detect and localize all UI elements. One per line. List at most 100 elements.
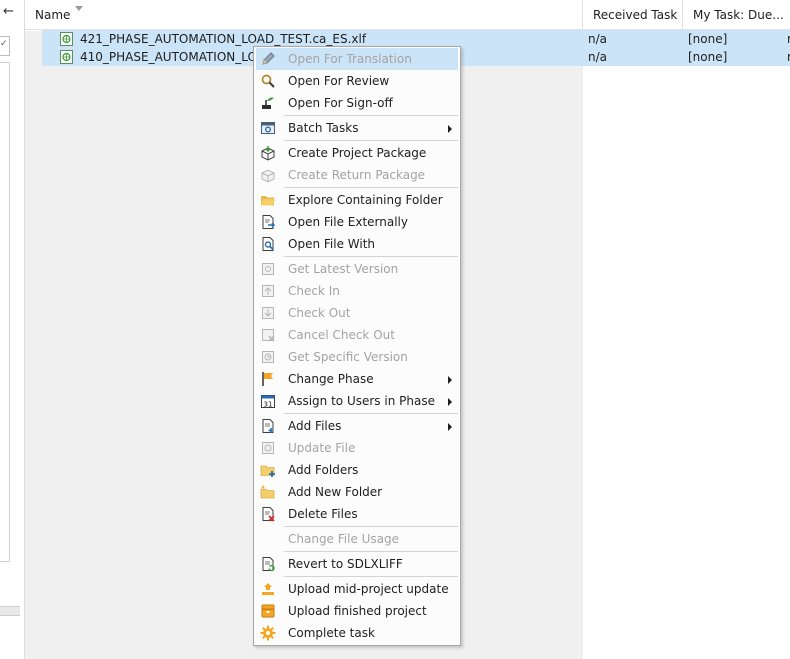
calendar-icon: 31 xyxy=(261,395,275,408)
menu-item-change-phase[interactable]: Change Phase xyxy=(256,368,458,390)
menu-item-revert-to-sdlxliff[interactable]: Revert to SDLXLIFF xyxy=(256,553,458,575)
file-name: 410_PHASE_AUTOMATION_LOAD xyxy=(80,50,275,64)
menu-item-label: Upload finished project xyxy=(288,604,427,618)
menu-item-upload-finished-project[interactable]: Upload finished project xyxy=(256,600,458,622)
open-external-icon xyxy=(262,215,276,229)
menu-item-label: Upload mid-project update xyxy=(288,582,449,596)
chevron-down-icon: ✓ xyxy=(0,39,8,49)
menu-separator xyxy=(284,256,458,257)
received-task-value: n/a xyxy=(588,50,608,64)
menu-item-create-project-package[interactable]: Create Project Package xyxy=(256,142,458,164)
menu-item-upload-mid-project-update[interactable]: Upload mid-project update xyxy=(256,578,458,600)
context-menu: Open For Translation Open For Review Ope… xyxy=(253,46,461,646)
menu-separator xyxy=(284,576,458,577)
menu-item-check-out[interactable]: Check Out xyxy=(256,302,458,324)
submenu-arrow-icon xyxy=(448,376,452,384)
menu-item-label: Check In xyxy=(288,284,340,298)
sort-arrow-icon xyxy=(75,6,83,11)
menu-separator xyxy=(284,413,458,414)
column-header-received-task[interactable]: Received Task xyxy=(583,0,683,30)
menu-item-cancel-check-out[interactable]: Cancel Check Out xyxy=(256,324,458,346)
pencil-icon xyxy=(262,52,275,65)
grid-header: Name Received Task My Task: Due... xyxy=(25,0,790,30)
menu-item-complete-task[interactable]: Complete task xyxy=(256,622,458,644)
upload-icon xyxy=(262,583,274,595)
menu-item-label: Check Out xyxy=(288,306,351,320)
menu-item-get-latest-version[interactable]: Get Latest Version xyxy=(256,258,458,280)
magnifier-icon xyxy=(261,74,275,88)
menu-item-label: Assign to Users in Phase xyxy=(288,394,435,408)
menu-item-batch-tasks[interactable]: Batch Tasks xyxy=(256,117,458,139)
panel-splitter[interactable] xyxy=(0,606,20,616)
back-arrow-icon[interactable]: ← xyxy=(3,4,14,19)
menu-item-add-files[interactable]: Add Files xyxy=(256,415,458,437)
menu-item-change-file-usage[interactable]: Change File Usage xyxy=(256,528,458,550)
menu-item-label: Open For Translation xyxy=(288,52,412,66)
menu-item-assign-to-users-in-phase[interactable]: 31 Assign to Users in Phase xyxy=(256,390,458,412)
menu-item-label: Explore Containing Folder xyxy=(288,193,443,207)
menu-item-label: Add Folders xyxy=(288,463,359,477)
menu-item-open-file-with[interactable]: Open File With xyxy=(256,233,458,255)
column-header-my-task-due[interactable]: My Task: Due... xyxy=(683,0,790,30)
menu-item-create-return-package[interactable]: Create Return Package xyxy=(256,164,458,186)
menu-item-label: Cancel Check Out xyxy=(288,328,395,342)
menu-item-label: Delete Files xyxy=(288,507,358,521)
gear-icon xyxy=(260,625,276,641)
menu-separator xyxy=(284,115,458,116)
menu-item-check-in[interactable]: Check In xyxy=(256,280,458,302)
submenu-arrow-icon xyxy=(448,398,452,406)
menu-item-get-specific-version[interactable]: Get Specific Version xyxy=(256,346,458,368)
new-folder-icon xyxy=(260,485,275,499)
menu-separator xyxy=(284,140,458,141)
menu-item-open-for-review[interactable]: Open For Review xyxy=(256,70,458,92)
menu-item-add-new-folder[interactable]: Add New Folder xyxy=(256,481,458,503)
menu-item-open-file-externally[interactable]: Open File Externally xyxy=(256,211,458,233)
my-task-due-value: [none] xyxy=(688,32,728,46)
menu-item-add-folders[interactable]: Add Folders xyxy=(256,459,458,481)
column-header-name[interactable]: Name xyxy=(25,0,583,30)
menu-separator xyxy=(284,551,458,552)
submenu-arrow-icon xyxy=(448,423,452,431)
add-files-icon xyxy=(262,419,274,433)
menu-item-label: Get Latest Version xyxy=(288,262,399,276)
batch-tasks-icon xyxy=(261,122,275,134)
menu-item-label: Change Phase xyxy=(288,372,374,386)
file-icon xyxy=(60,32,73,46)
check-out-icon xyxy=(262,307,274,319)
menu-item-open-for-sign-off[interactable]: Open For Sign-off xyxy=(256,92,458,114)
update-file-icon xyxy=(262,442,274,454)
menu-item-label: Open For Sign-off xyxy=(288,96,393,110)
left-dropdown[interactable]: ✓ xyxy=(0,36,10,56)
flag-icon xyxy=(262,372,273,386)
menu-item-label: Add Files xyxy=(288,419,342,433)
add-folders-icon xyxy=(260,465,275,477)
menu-item-label: Revert to SDLXLIFF xyxy=(288,557,403,571)
package-icon xyxy=(261,169,275,183)
menu-item-update-file[interactable]: Update File xyxy=(256,437,458,459)
menu-item-label: Create Project Package xyxy=(288,146,427,160)
archive-icon xyxy=(261,604,275,618)
menu-item-label: Open For Review xyxy=(288,74,390,88)
menu-item-label: Get Specific Version xyxy=(288,350,408,364)
menu-item-label: Complete task xyxy=(288,626,375,640)
open-with-icon xyxy=(262,237,274,251)
left-panel: ← ✓ xyxy=(0,0,25,659)
cancel-check-out-icon xyxy=(262,329,275,342)
menu-item-delete-files[interactable]: Delete Files xyxy=(256,503,458,525)
revert-icon xyxy=(262,557,275,572)
check-in-icon xyxy=(262,285,274,297)
menu-item-explore-containing-folder[interactable]: Explore Containing Folder xyxy=(256,189,458,211)
menu-item-label: Batch Tasks xyxy=(288,121,359,135)
get-latest-icon xyxy=(262,263,274,275)
menu-item-label: Update File xyxy=(288,441,356,455)
my-task-due-value: [none] xyxy=(688,50,728,64)
menu-item-open-for-translation[interactable]: Open For Translation xyxy=(256,48,458,70)
package-icon xyxy=(261,146,275,161)
received-task-value: n/a xyxy=(588,32,608,46)
menu-item-label: Create Return Package xyxy=(288,168,426,182)
menu-separator xyxy=(284,526,458,527)
folder-open-icon xyxy=(261,196,275,206)
menu-item-label: Open File Externally xyxy=(288,215,408,229)
delete-files-icon xyxy=(262,507,275,522)
menu-item-label: Open File With xyxy=(288,237,376,251)
